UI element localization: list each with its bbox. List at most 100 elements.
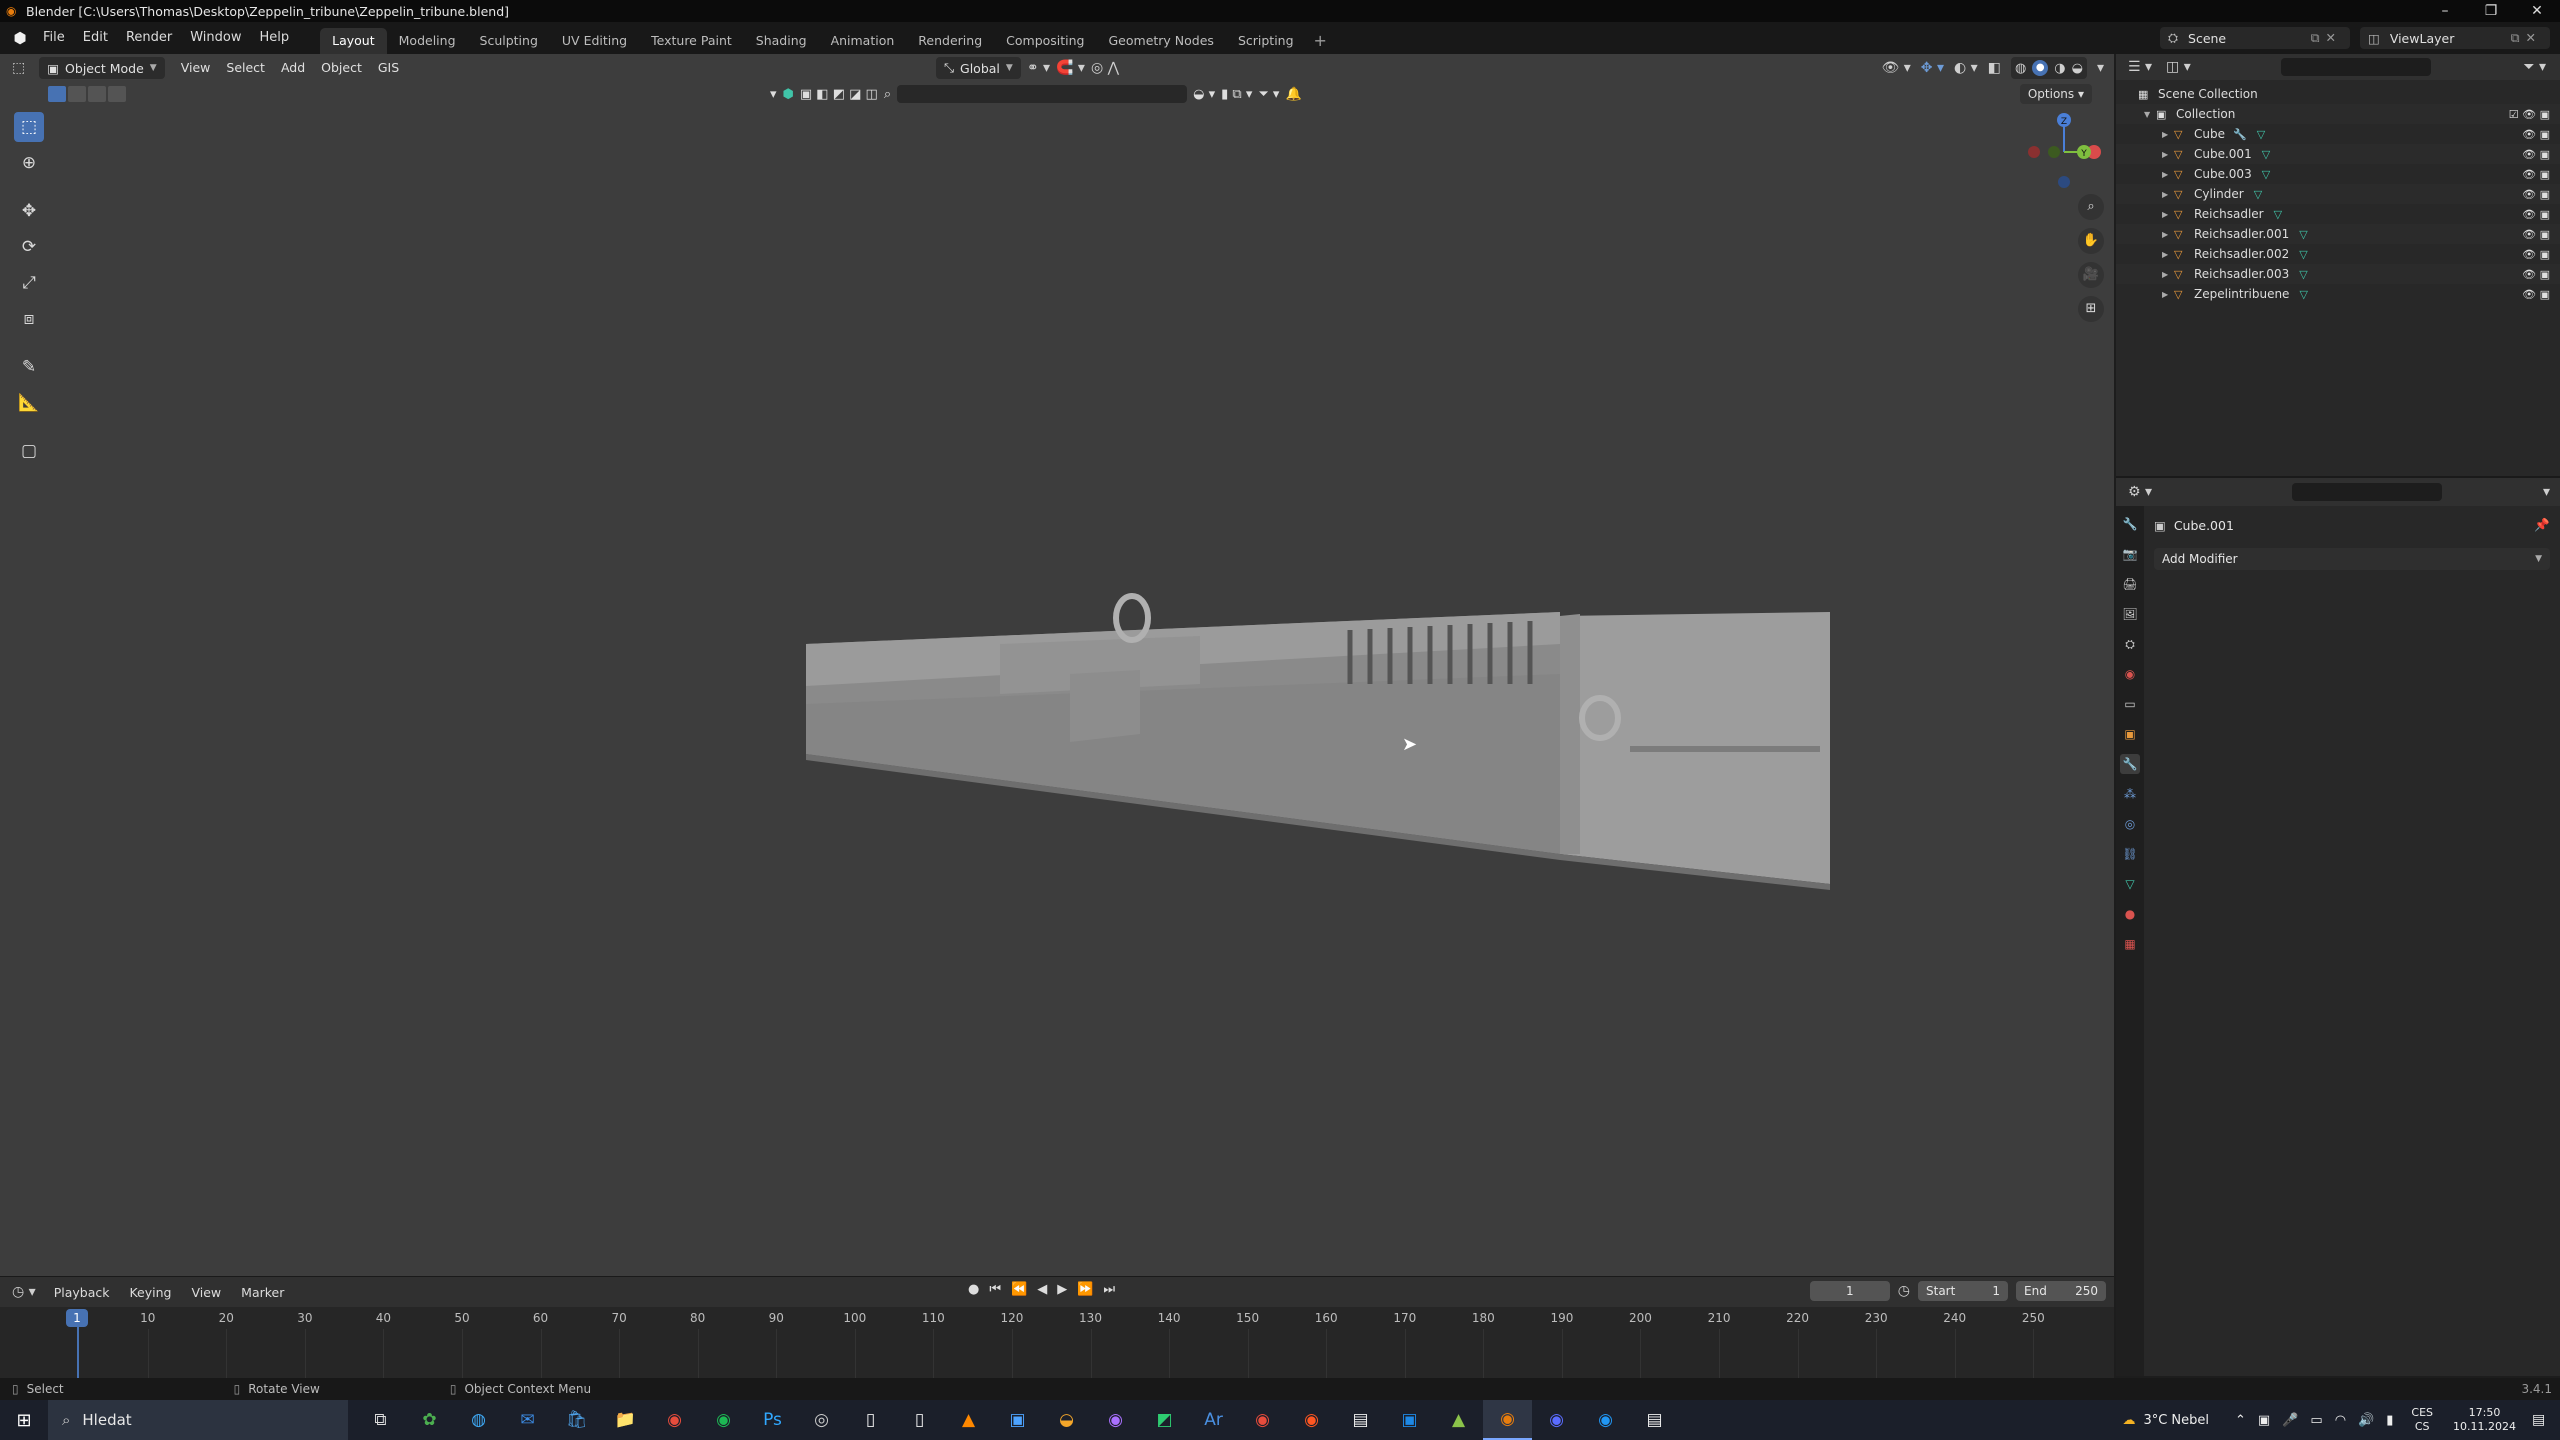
app-icon[interactable]: ◒: [1042, 1400, 1091, 1440]
collection-icon[interactable]: ◒ ▾: [1193, 87, 1215, 102]
current-frame-field[interactable]: 1: [1809, 1281, 1890, 1301]
windows-start-icon[interactable]: ⊞: [0, 1410, 48, 1431]
display-mode-icon[interactable]: ◫ ▾: [2166, 59, 2191, 75]
outliner-editor-type-icon[interactable]: ☰ ▾: [2128, 59, 2152, 75]
wifi-icon[interactable]: ◠: [2335, 1413, 2346, 1428]
outliner-object-row[interactable]: ▶ ▽ Zepelintribuene ▽ 👁 ▣: [2116, 284, 2560, 304]
viewport-menu-gis[interactable]: GIS: [370, 54, 407, 82]
tab-animation[interactable]: Animation: [819, 28, 907, 54]
viewlayer-actions-icon[interactable]: ⧉✕: [2511, 30, 2542, 46]
move-tool-icon[interactable]: ✥: [14, 196, 44, 226]
proportional-edit-icon[interactable]: ◎ ⋀: [1091, 60, 1119, 76]
view-layer-tab-icon[interactable]: 🖼: [2120, 604, 2140, 624]
scale-tool-icon[interactable]: ⤢: [14, 268, 44, 298]
tab-uv-editing[interactable]: UV Editing: [550, 28, 639, 54]
collapse-arrow-icon[interactable]: ▼: [2144, 110, 2156, 119]
select-subtract-icon[interactable]: [88, 86, 106, 102]
timeline-menu-keying[interactable]: Keying: [119, 1285, 181, 1300]
properties-panel[interactable]: ⚙ ▾ ▾ 🔧 📷 🖨 🖼 ⛭ ◉ ▭ ▣ 🔧 ⁂ ◎ ⛓ ▽ ● ▦ ▣ Cu…: [2116, 476, 2560, 1376]
add-cube-tool-icon[interactable]: ▢: [14, 436, 44, 466]
tab-shading[interactable]: Shading: [744, 28, 819, 54]
app-icon[interactable]: ◉: [1581, 1400, 1630, 1440]
tab-modeling[interactable]: Modeling: [387, 28, 468, 54]
spotify-icon[interactable]: ◉: [699, 1400, 748, 1440]
select-box-tool-icon[interactable]: ⬚: [14, 112, 44, 142]
transform-orientation-dropdown[interactable]: ⤡ Global ▼: [936, 57, 1021, 79]
camera-view-icon[interactable]: 🎥: [2078, 262, 2104, 288]
xray-icon[interactable]: ◧: [1988, 60, 2001, 76]
notepad-icon[interactable]: ▯: [895, 1400, 944, 1440]
options-button[interactable]: Options ▾: [2019, 84, 2092, 104]
tribune-3d-model[interactable]: [780, 554, 1840, 914]
measure-tool-icon[interactable]: 📐: [14, 388, 44, 418]
tab-rendering[interactable]: Rendering: [906, 28, 994, 54]
outliner-panel[interactable]: ☰ ▾ ◫ ▾ ⏷ ▾ ▦ Scene Collection ▼ ▣ Colle…: [2116, 54, 2560, 476]
object-visibility[interactable]: 👁 ▣: [2522, 228, 2550, 241]
collection-tab-icon[interactable]: ▭: [2120, 694, 2140, 714]
scene-selector[interactable]: ⛭ Scene ⧉✕: [2160, 27, 2350, 49]
pivot-point-icon[interactable]: ⚭ ▾: [1027, 60, 1050, 76]
outliner-object-row[interactable]: ▶ ▽ Cube.003 ▽ 👁 ▣: [2116, 164, 2560, 184]
zoom-icon[interactable]: ⌕: [2078, 194, 2104, 220]
timeline-menu-playback[interactable]: Playback: [44, 1285, 120, 1300]
tab-texture-paint[interactable]: Texture Paint: [639, 28, 744, 54]
data-tab-icon[interactable]: ▽: [2120, 874, 2140, 894]
task-view-icon[interactable]: ⧉: [356, 1400, 405, 1440]
tab-scripting[interactable]: Scripting: [1226, 28, 1306, 54]
transform-tool-icon[interactable]: ⧈: [14, 304, 44, 334]
edge-icon[interactable]: ◍: [454, 1400, 503, 1440]
viewport-menu-add[interactable]: Add: [273, 54, 313, 82]
app-icon[interactable]: ◉: [1091, 1400, 1140, 1440]
outliner-object-row[interactable]: ▶ ▽ Reichsadler.003 ▽ 👁 ▣: [2116, 264, 2560, 284]
solid-shading-icon[interactable]: ●: [2032, 60, 2049, 76]
select-new-icon[interactable]: [48, 86, 66, 102]
timeline-menu-marker[interactable]: Marker: [231, 1285, 294, 1300]
rendered-shading-icon[interactable]: ◒: [2072, 61, 2083, 76]
properties-search-input[interactable]: [2292, 483, 2443, 501]
menu-window[interactable]: Window: [181, 22, 250, 54]
maximize-button[interactable]: ❐: [2468, 0, 2514, 22]
constraints-tab-icon[interactable]: ⛓: [2120, 844, 2140, 864]
texture-tab-icon[interactable]: ▦: [2120, 934, 2140, 954]
app-icon[interactable]: ◉: [1287, 1400, 1336, 1440]
notification-bell-icon[interactable]: 🔔: [1285, 87, 1301, 102]
object-visibility[interactable]: 👁 ▣: [2522, 188, 2550, 201]
menu-help[interactable]: Help: [251, 22, 299, 54]
start-frame-field[interactable]: Start 1: [1918, 1281, 2008, 1301]
collection-visibility[interactable]: ☑ 👁 ▣: [2509, 108, 2550, 121]
expand-arrow-icon[interactable]: ▶: [2162, 170, 2174, 179]
object-visibility[interactable]: 👁 ▣: [2522, 248, 2550, 261]
menu-render[interactable]: Render: [117, 22, 181, 54]
navigation-gizmo[interactable]: Z Y: [2024, 112, 2104, 192]
particles-tab-icon[interactable]: ⁂: [2120, 784, 2140, 804]
expand-arrow-icon[interactable]: ▶: [2162, 230, 2174, 239]
timeline-editor[interactable]: ◷ ▾ Playback Keying View Marker ● ⏮ ⏪ ◀ …: [0, 1276, 2114, 1379]
outliner-object-row[interactable]: ▶ ▽ Cube 🔧 ▽ 👁 ▣: [2116, 124, 2560, 144]
rotate-tool-icon[interactable]: ⟳: [14, 232, 44, 262]
outliner-object-row[interactable]: ▶ ▽ Cube.001 ▽ 👁 ▣: [2116, 144, 2560, 164]
jump-start-icon[interactable]: ⏮: [989, 1282, 1001, 1297]
end-frame-field[interactable]: End 250: [2016, 1281, 2106, 1301]
play-icon[interactable]: ▶: [1057, 1282, 1067, 1297]
mode-dropdown[interactable]: ▣ Object Mode ▼: [39, 57, 165, 79]
display-mode-icons[interactable]: ▣ ◧ ◩ ◪ ◫: [800, 87, 878, 102]
epic-games-icon[interactable]: ▤: [1630, 1400, 1679, 1440]
properties-editor-type-icon[interactable]: ⚙ ▾: [2128, 484, 2152, 500]
vlc-icon[interactable]: ▲: [944, 1400, 993, 1440]
taskbar-search-input[interactable]: ⌕ Hledat: [48, 1400, 348, 1440]
expand-arrow-icon[interactable]: ▶: [2162, 130, 2174, 139]
viewlayer-selector[interactable]: ◫ ViewLayer ⧉✕: [2360, 27, 2550, 49]
playhead[interactable]: 1: [66, 1309, 88, 1327]
jump-end-icon[interactable]: ⏭: [1103, 1282, 1115, 1297]
display-icon[interactable]: ▭: [2310, 1413, 2322, 1428]
viewport-menu-select[interactable]: Select: [218, 54, 273, 82]
expand-arrow-icon[interactable]: ▶: [2162, 270, 2174, 279]
expand-arrow-icon[interactable]: ▶: [2162, 250, 2174, 259]
app-icon[interactable]: ▣: [993, 1400, 1042, 1440]
add-modifier-dropdown[interactable]: Add Modifier ▼: [2154, 548, 2550, 570]
play-reverse-icon[interactable]: ◀: [1037, 1282, 1047, 1297]
object-tab-icon[interactable]: ▣: [2120, 724, 2140, 744]
blender-logo-icon[interactable]: ⬢: [6, 28, 34, 48]
expand-arrow-icon[interactable]: ▶: [2162, 210, 2174, 219]
tab-sculpting[interactable]: Sculpting: [468, 28, 550, 54]
